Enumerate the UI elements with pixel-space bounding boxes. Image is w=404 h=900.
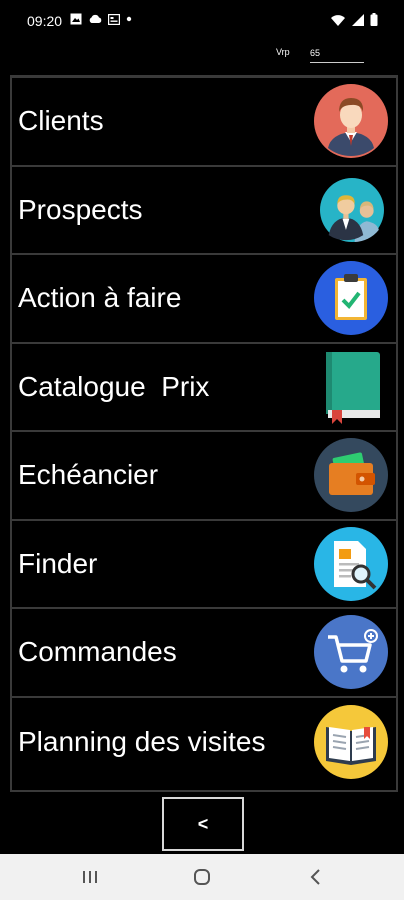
menu-item-label: Commandes: [18, 636, 177, 668]
image-icon: [70, 13, 82, 25]
recents-icon[interactable]: [80, 868, 100, 886]
battery-icon: [370, 13, 378, 26]
dot-icon: [126, 16, 132, 22]
home-icon[interactable]: [192, 868, 212, 886]
menu-item-label: Action à faire: [18, 282, 182, 314]
menu-item-planning-des-visites[interactable]: Planning des visites: [12, 698, 396, 787]
prospects-people-icon: [320, 177, 384, 242]
system-nav-bar: [0, 854, 404, 900]
status-time: 09:20: [27, 13, 63, 29]
cloud-icon: [89, 14, 102, 23]
menu-item-catalogue-prix[interactable]: Catalogue Prix: [12, 344, 396, 432]
vrp-row: Vrp: [276, 45, 396, 63]
book-icon: [326, 351, 380, 424]
menu-item-label: Echéancier: [18, 459, 159, 491]
status-right-icons: [330, 13, 378, 26]
open-book-icon: [314, 704, 388, 779]
menu-item-label: Clients: [18, 105, 104, 137]
menu-item-echeancier[interactable]: Echéancier: [12, 432, 396, 521]
wallet-icon: [314, 438, 388, 513]
status-left-icons: [70, 13, 132, 25]
vrp-label: Vrp: [276, 47, 290, 57]
client-avatar-icon: [314, 84, 388, 159]
cart-icon: [314, 615, 388, 690]
menu-item-finder[interactable]: Finder: [12, 521, 396, 609]
menu-item-action-a-faire[interactable]: Action à faire: [12, 255, 396, 344]
clipboard-check-icon: [314, 261, 388, 336]
card-icon: [108, 13, 120, 25]
menu-item-label: Planning des visites: [18, 725, 266, 757]
menu-item-label: Catalogue Prix: [18, 370, 210, 402]
vrp-input[interactable]: [310, 45, 364, 63]
main-menu: Clients Prospects Action à faire Catalog…: [10, 75, 398, 792]
signal-icon: [352, 13, 364, 26]
document-search-icon: [314, 526, 388, 601]
menu-item-label: Prospects: [18, 193, 143, 225]
menu-item-prospects[interactable]: Prospects: [12, 167, 396, 255]
status-bar: 09:20: [0, 0, 404, 40]
wifi-icon: [331, 14, 345, 26]
menu-item-clients[interactable]: Clients: [12, 78, 396, 167]
back-icon[interactable]: [306, 868, 326, 886]
menu-item-label: Finder: [18, 547, 98, 579]
menu-item-commandes[interactable]: Commandes: [12, 609, 396, 698]
back-button[interactable]: <: [162, 797, 244, 851]
